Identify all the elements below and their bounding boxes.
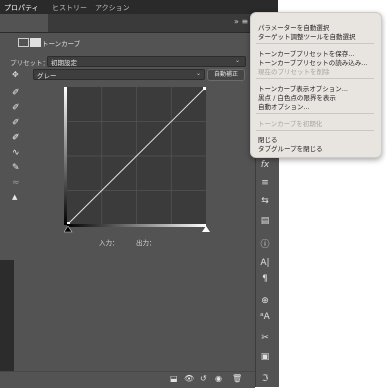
menu-separator — [256, 113, 374, 114]
pencil-icon[interactable]: ✎ — [12, 163, 20, 173]
white-point-slider[interactable] — [202, 226, 210, 232]
view-previous-state-icon[interactable]: 👁 — [184, 374, 194, 383]
input-label: 入力： — [99, 239, 119, 247]
type-on-path-icon[interactable]: ℑ — [258, 374, 272, 384]
visibility-icon[interactable]: ◉ — [215, 374, 222, 383]
range-sliders — [64, 226, 210, 233]
clipping-warning-icon[interactable]: ▲ — [12, 193, 17, 201]
layers-icon[interactable]: ▤ — [258, 216, 272, 226]
sliders-icon[interactable]: ⇆ — [258, 196, 272, 206]
preset-label: プリセット： — [10, 59, 49, 67]
eyedropper-black-icon[interactable]: ✐ — [12, 103, 20, 113]
menu-separator — [256, 43, 374, 44]
menu-separator — [256, 130, 374, 131]
clip-to-layer-icon[interactable]: ⬓ — [170, 374, 178, 383]
fx-icon[interactable]: fx — [258, 160, 272, 170]
canvas-edge — [0, 260, 14, 387]
auto-button[interactable]: 自動補正 — [207, 69, 245, 81]
adjustment-layer-icon — [18, 38, 29, 47]
panel-title: トーンカーブ — [42, 40, 81, 48]
glyphs-icon[interactable]: ᵃA — [258, 312, 272, 322]
menu-item-auto-select-targeted-adjustment[interactable]: ターゲット調整ツールを自動選択 — [258, 31, 356, 41]
character-icon[interactable]: A| — [258, 258, 272, 268]
hamburger-icon[interactable]: ≡ — [241, 17, 248, 26]
clone-source-icon[interactable]: ⊕ — [258, 296, 272, 306]
black-point-slider[interactable] — [64, 226, 73, 233]
curve-point-white[interactable] — [203, 87, 206, 90]
output-label: 出力： — [136, 239, 156, 247]
preset-value: 初期設定 — [51, 59, 77, 67]
eyedropper-target-icon[interactable]: ✐ — [12, 88, 20, 98]
menu-separator — [256, 78, 374, 79]
tab-history[interactable]: ヒストリー — [52, 3, 87, 13]
active-tab-background — [0, 14, 48, 32]
chevron-down-icon: ⌄ — [196, 70, 202, 77]
menu-item-close-tab-group[interactable]: タブグループを閉じる — [258, 143, 323, 153]
menu-item-auto-options[interactable]: 自動オプション... — [258, 101, 310, 111]
collapse-icon[interactable]: » — [234, 17, 239, 26]
panel-menu-icon[interactable]: » ≡ — [234, 17, 248, 26]
smooth-icon[interactable]: ≈ — [12, 178, 20, 188]
info-icon[interactable]: ⓘ — [258, 237, 272, 250]
target-adjust-icon[interactable]: ✥ — [12, 70, 19, 79]
channel-value: グレー — [37, 72, 57, 80]
brush-settings-icon[interactable]: ≡ — [258, 178, 272, 188]
eyedropper-white-icon[interactable]: ✐ — [12, 133, 20, 143]
output-gradient — [64, 87, 67, 225]
curve-grid — [67, 87, 206, 225]
chevron-down-icon: ⌄ — [235, 57, 241, 64]
channel-dropdown[interactable] — [33, 69, 205, 80]
eyedropper-gray-icon[interactable]: ✐ — [12, 118, 20, 128]
menu-item-delete-preset: 現在のプリセットを削除 — [258, 68, 330, 76]
curve-point-icon[interactable]: ∿ — [12, 148, 20, 158]
tab-actions[interactable]: アクション — [95, 3, 130, 13]
frame-icon[interactable]: ▣ — [258, 352, 272, 362]
mask-icon — [30, 38, 41, 47]
tools-icon[interactable]: ✂ — [258, 333, 272, 343]
tab-properties[interactable]: プロパティ — [4, 3, 39, 13]
trash-icon[interactable]: 🗑 — [232, 374, 242, 383]
paragraph-icon[interactable]: ¶ — [258, 274, 272, 284]
menu-item-reset-curve: トーンカーブを初期化 — [258, 120, 323, 128]
reset-icon[interactable]: ↺ — [200, 374, 207, 383]
